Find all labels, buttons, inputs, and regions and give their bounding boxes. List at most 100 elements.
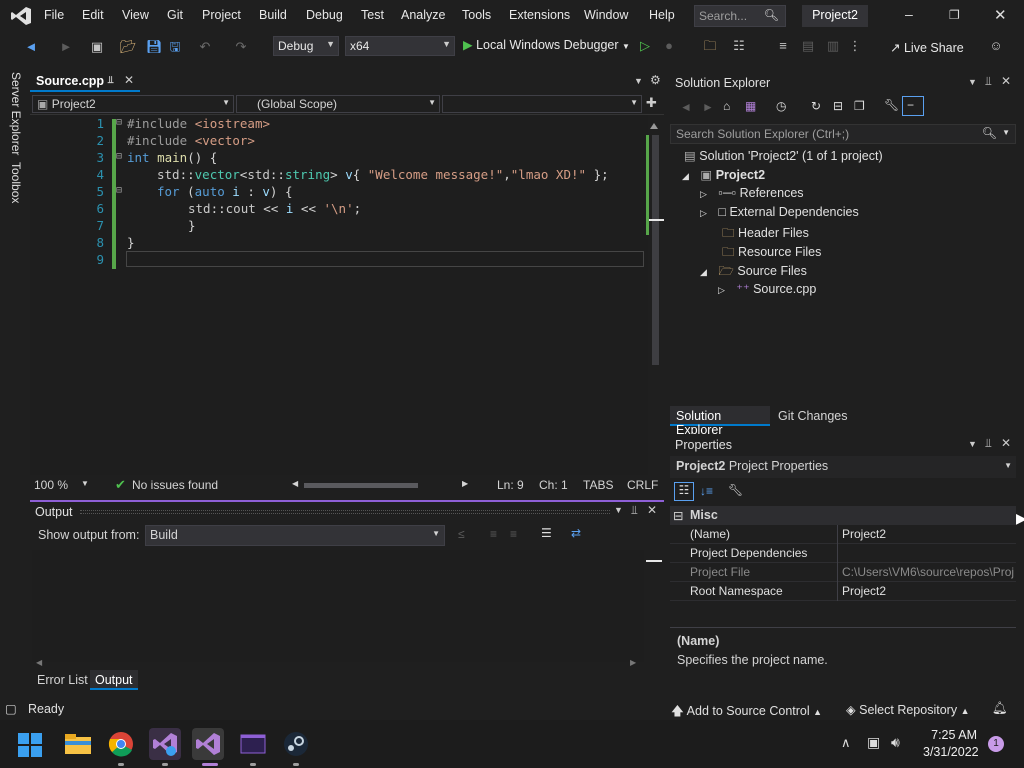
hot-reload-icon[interactable]: ● [661, 38, 677, 54]
redo-icon[interactable]: ↷ [233, 39, 249, 55]
zoom-level[interactable]: 100 % [34, 478, 68, 492]
menu-analyze[interactable]: Analyze [401, 8, 445, 22]
categorized-toggle[interactable]: ☷ [674, 482, 694, 501]
global-scope-dropdown[interactable]: (Global Scope) ▼ [236, 95, 440, 113]
terminal-icon[interactable] [237, 728, 269, 760]
chevron-up-icon[interactable]: ∧ [841, 735, 851, 751]
horizontal-scroll-thumb[interactable] [304, 483, 418, 488]
collapse-icon[interactable]: ⊟ [116, 117, 122, 128]
tree-references[interactable]: ▷ ▫─▫ References [700, 186, 804, 200]
refresh-icon[interactable]: ↻ [811, 99, 821, 113]
settings-gear-icon[interactable]: ⚙ [650, 73, 661, 87]
tab-source-cpp[interactable]: Source.cpp ⫫ ✕ [30, 72, 140, 92]
property-value[interactable]: Project2 [842, 527, 1016, 541]
menu-help[interactable]: Help [649, 8, 675, 22]
undo-icon[interactable]: ↶ [197, 39, 213, 55]
prev-message-icon[interactable]: ≡ [490, 527, 497, 541]
alphabetical-icon[interactable]: ↓≡ [700, 484, 713, 498]
editor-vertical-scrollbar[interactable] [646, 115, 664, 475]
close-tab-icon[interactable]: ✕ [124, 73, 134, 87]
file-explorer-icon[interactable] [62, 728, 94, 760]
scroll-up-icon[interactable] [650, 123, 658, 129]
visual-studio-installer-icon[interactable] [149, 728, 181, 760]
property-row[interactable]: (Name) Project2 [670, 525, 1016, 544]
pin-icon[interactable]: ⫫ [985, 74, 992, 89]
tabs-indicator[interactable]: TABS [583, 478, 613, 492]
property-pages-wrench-icon[interactable]: 🔧︎ [728, 483, 743, 497]
project-badge[interactable]: Project2 [802, 5, 868, 27]
save-icon[interactable]: 💾︎ [146, 39, 163, 55]
comment-icon[interactable]: ▤ [800, 38, 816, 54]
find-message-icon[interactable]: ≤ [458, 527, 465, 541]
start-debugging-button[interactable]: ▶ Local Windows Debugger ▼ [463, 37, 630, 55]
output-source-dropdown[interactable]: Build ▼ [145, 525, 445, 546]
toolbox-tab[interactable]: Toolbox [9, 162, 23, 203]
restore-icon[interactable]: ❐ [949, 8, 960, 22]
tab-git-changes[interactable]: Git Changes [778, 409, 847, 423]
pin-icon[interactable]: ⫫ [985, 436, 992, 451]
close-panel-icon[interactable]: ✕ [1001, 436, 1011, 450]
tab-error-list[interactable]: Error List [37, 673, 88, 687]
menu-window[interactable]: Window [584, 8, 628, 22]
align-icon[interactable]: ≡ [775, 38, 791, 54]
preview-toggle[interactable]: − [902, 96, 924, 116]
scroll-left-icon[interactable]: ◀ [36, 658, 42, 667]
save-all-icon[interactable]: 🖫︎ [167, 39, 183, 55]
tab-list-dropdown-icon[interactable]: ▼ [634, 76, 643, 86]
feedback-icon[interactable]: ☺ [988, 38, 1004, 54]
home-icon[interactable]: ⌂ [723, 99, 730, 113]
scroll-right-icon[interactable]: ▶ [630, 658, 636, 667]
panel-grip[interactable] [80, 510, 610, 514]
tree-solution[interactable]: ▤ Solution 'Project2' (1 of 1 project) [684, 148, 883, 163]
server-explorer-tab[interactable]: Server Explorer [9, 72, 23, 155]
properties-wrench-icon[interactable]: 🔧︎ [884, 98, 899, 112]
menu-view[interactable]: View [122, 8, 149, 22]
steam-icon[interactable] [280, 728, 312, 760]
notifications-bell-icon[interactable]: 🔔︎ [992, 701, 1008, 716]
pin-icon[interactable]: ⫫ [631, 503, 638, 518]
layout-icon[interactable]: ☷ [731, 38, 747, 54]
open-folder-icon[interactable]: 📂︎ [120, 39, 137, 55]
eol-indicator[interactable]: CRLF [627, 478, 658, 492]
run-without-debug-icon[interactable]: ▷ [637, 38, 653, 54]
tree-resource-files[interactable]: 🗀︎ Resource Files [722, 243, 821, 264]
scroll-right-icon[interactable]: ▶ [462, 479, 468, 488]
windows-start-icon[interactable] [18, 733, 42, 757]
search-box[interactable]: Search... 🔍︎ [694, 5, 786, 27]
code-editor[interactable]: 1 2 3 4 5 6 7 8 9 ⊟ ⊟ ⊟ #include <iostre… [30, 115, 650, 475]
forward-icon[interactable]: ► [58, 39, 74, 55]
tree-external-deps[interactable]: ▷ □ External Dependencies [700, 205, 859, 219]
word-wrap-icon[interactable]: ⇄ [571, 526, 581, 540]
tab-solution-explorer[interactable]: Solution Explorer [670, 406, 770, 437]
property-value[interactable]: Project2 [842, 584, 1016, 598]
menu-project[interactable]: Project [202, 8, 241, 22]
output-text-area[interactable] [32, 550, 644, 662]
close-panel-icon[interactable]: ✕ [647, 503, 657, 517]
menu-test[interactable]: Test [361, 8, 384, 22]
new-project-icon[interactable]: ▣ [89, 39, 105, 55]
clock-time[interactable]: 7:25 AM [923, 728, 977, 742]
minimize-icon[interactable]: – [905, 6, 913, 22]
output-window-icon[interactable]: ▢ [5, 701, 17, 716]
forward-icon[interactable]: ► [702, 100, 714, 114]
menu-git[interactable]: Git [167, 8, 183, 22]
panel-menu-icon[interactable]: ▼ [968, 77, 977, 87]
object-selector[interactable]: Project2 Project Properties ▼ [670, 456, 1016, 478]
tree-header-files[interactable]: 🗀︎ Header Files [722, 224, 809, 245]
notification-count-badge[interactable]: 1 [988, 736, 1004, 752]
network-icon[interactable]: ▣ [867, 734, 880, 751]
property-row[interactable]: Project File C:\Users\VM6\source\repos\Pr… [670, 563, 1016, 582]
tree-source-cpp[interactable]: ▷ ⁺⁺ Source.cpp [718, 281, 816, 296]
select-repository-button[interactable]: ◈ Select Repository ▲ [846, 702, 969, 717]
bookmark-icon[interactable]: ▥ [825, 38, 841, 54]
output-vertical-scrollbar[interactable] [646, 550, 662, 662]
switch-views-icon[interactable]: ▦ [745, 99, 756, 113]
live-share-button[interactable]: ↗ Live Share [890, 40, 964, 55]
menu-file[interactable]: File [44, 8, 64, 22]
volume-icon[interactable]: 🔊︎ [891, 734, 900, 751]
property-row[interactable]: Root Namespace Project2 [670, 582, 1016, 601]
visual-studio-icon[interactable] [192, 728, 224, 760]
line-indicator[interactable]: Ln: 9 [497, 478, 524, 492]
chevron-down-icon[interactable]: ▼ [81, 479, 89, 488]
tree-source-files[interactable]: ◢ 🗁︎ Source Files [700, 262, 807, 283]
